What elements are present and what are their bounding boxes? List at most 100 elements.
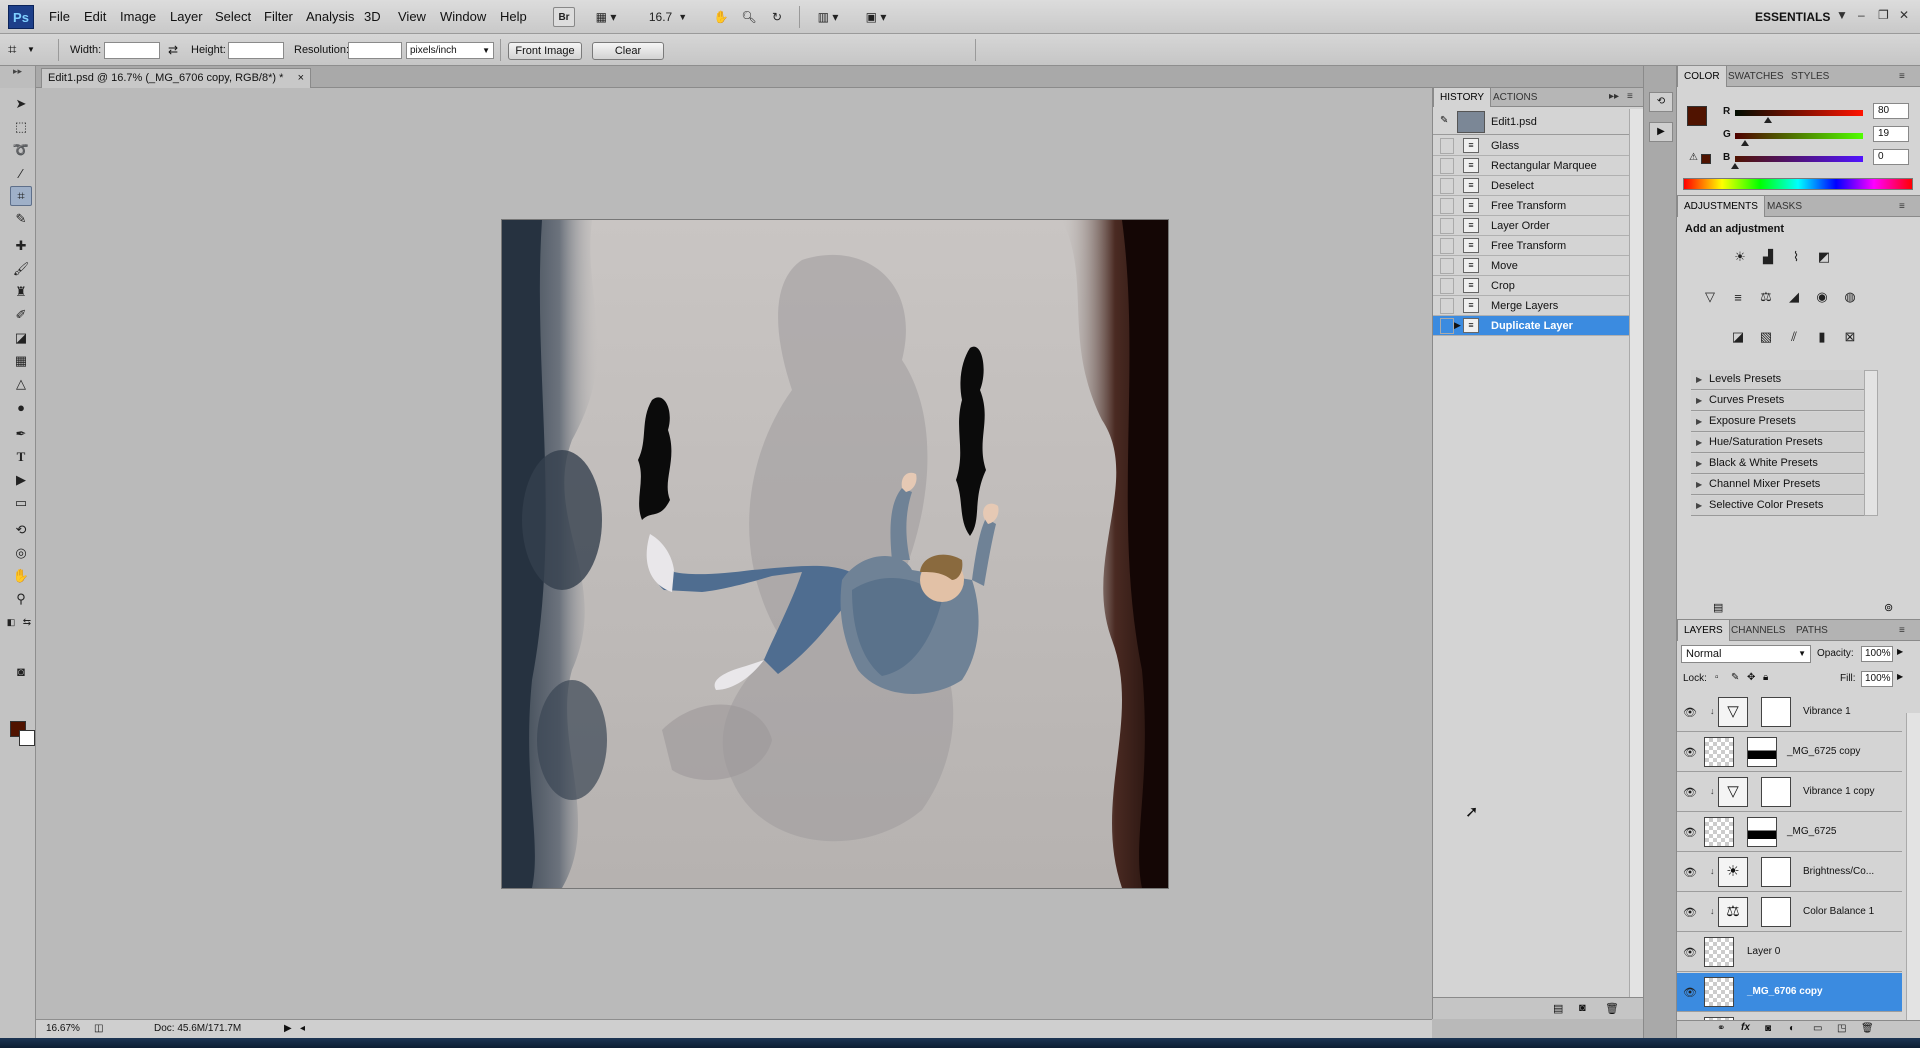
eyedropper-tool-icon[interactable]: ✎ <box>10 209 32 229</box>
presets-scrollbar[interactable] <box>1864 370 1878 516</box>
layer-row[interactable]: 👁︎ _MG_6706 copy <box>1677 973 1902 1012</box>
history-scrollbar[interactable] <box>1629 109 1643 999</box>
levels-icon[interactable]: ▟ <box>1757 246 1779 268</box>
history-brush-source-checkbox[interactable] <box>1440 138 1454 154</box>
link-layers-icon[interactable]: ⚭ <box>1717 1023 1725 1034</box>
preset-group[interactable]: ▶ Black & White Presets <box>1691 454 1864 474</box>
gamut-color-chip[interactable] <box>1701 154 1711 164</box>
red-slider-track[interactable] <box>1735 110 1863 116</box>
brush-tool-icon[interactable]: 🖌︎ <box>10 259 32 279</box>
layers-scrollbar[interactable] <box>1906 713 1920 1048</box>
layer-row[interactable]: 👁︎ ↓ ▽ Vibrance 1 <box>1677 693 1902 732</box>
zoom-tool-icon[interactable]: ⚲ <box>10 589 32 609</box>
layer-name[interactable]: Vibrance 1 copy <box>1803 786 1875 797</box>
history-state[interactable]: ≡ Free Transform <box>1433 236 1629 256</box>
lock-position-icon[interactable]: ✥ <box>1747 672 1755 683</box>
pen-tool-icon[interactable]: ✒ <box>10 424 32 444</box>
tab-actions[interactable]: ACTIONS <box>1487 88 1543 107</box>
menu-view[interactable]: View <box>398 9 426 24</box>
clear-button[interactable]: Clear <box>592 42 664 60</box>
menu-image[interactable]: Image <box>120 9 156 24</box>
status-zoom[interactable]: 16.67% <box>46 1023 80 1034</box>
layer-row[interactable]: 👁︎ ↓ ▽ Vibrance 1 copy <box>1677 773 1902 812</box>
layer-mask-thumbnail[interactable] <box>1761 897 1791 927</box>
layer-thumbnail[interactable] <box>1704 937 1734 967</box>
expand-arrow-icon[interactable]: ▶ <box>1696 370 1702 389</box>
zoom-level-dropdown[interactable]: 16.7 ▼ <box>645 7 691 27</box>
layer-thumbnail[interactable] <box>1704 977 1734 1007</box>
visibility-eye-icon[interactable]: 👁︎ <box>1683 746 1697 759</box>
visibility-eye-icon[interactable]: 👁︎ <box>1683 706 1697 719</box>
history-state-slider-icon[interactable]: ▶ <box>1454 320 1461 331</box>
menu-help[interactable]: Help <box>500 9 527 24</box>
history-brush-source-checkbox[interactable] <box>1440 158 1454 174</box>
expand-arrow-icon[interactable]: ▶ <box>1696 391 1702 410</box>
layer-row[interactable]: 👁︎ _MG_6725 <box>1677 813 1902 852</box>
layer-mask-thumbnail[interactable] <box>1761 697 1791 727</box>
layer-name[interactable]: Layer 0 <box>1747 946 1780 957</box>
new-layer-icon[interactable]: ◳ <box>1837 1023 1846 1034</box>
rectangle-tool-icon[interactable]: ▭ <box>10 493 32 513</box>
layer-row[interactable]: 👁︎ Layer 0 <box>1677 933 1902 972</box>
rotate-view-icon[interactable]: ↻ <box>766 7 788 27</box>
history-brush-source-checkbox[interactable] <box>1440 238 1454 254</box>
history-state[interactable]: ≡ Crop <box>1433 276 1629 296</box>
color-spectrum-ramp[interactable] <box>1683 178 1913 190</box>
panel-menu-icon[interactable]: ≡ <box>1899 625 1905 636</box>
opacity-arrow-icon[interactable]: ▶ <box>1897 647 1903 656</box>
curves-icon[interactable]: ⌇ <box>1785 246 1807 268</box>
document-tab[interactable]: Edit1.psd @ 16.7% (_MG_6706 copy, RGB/8*… <box>41 68 311 88</box>
new-group-icon[interactable]: ▭ <box>1813 1023 1822 1034</box>
document-canvas-image[interactable] <box>502 220 1168 888</box>
preset-group[interactable]: ▶ Selective Color Presets <box>1691 496 1864 516</box>
fill-arrow-icon[interactable]: ▶ <box>1897 672 1903 681</box>
healing-brush-tool-icon[interactable]: ✚ <box>10 236 32 256</box>
menu-filter[interactable]: Filter <box>264 9 293 24</box>
menu-layer[interactable]: Layer <box>170 9 203 24</box>
menu-analysis[interactable]: Analysis <box>306 9 354 24</box>
height-input[interactable] <box>228 42 284 59</box>
history-state[interactable]: ≡ Duplicate Layer ▶ <box>1433 316 1629 336</box>
green-slider-track[interactable] <box>1735 133 1863 139</box>
tab-channels[interactable]: CHANNELS <box>1725 620 1791 641</box>
posterize-icon[interactable]: ▧ <box>1755 326 1777 348</box>
visibility-eye-icon[interactable]: 👁︎ <box>1683 826 1697 839</box>
gradient-tool-icon[interactable]: ▦ <box>10 351 32 371</box>
move-tool-icon[interactable]: ➤ <box>10 94 32 114</box>
history-brush-source-checkbox[interactable] <box>1440 318 1454 334</box>
chevron-down-icon[interactable]: ▼ <box>1836 8 1848 22</box>
clone-stamp-tool-icon[interactable]: ♜ <box>10 282 32 302</box>
preset-group[interactable]: ▶ Curves Presets <box>1691 391 1864 411</box>
resolution-input[interactable] <box>348 42 402 59</box>
visibility-eye-icon[interactable]: 👁︎ <box>1683 786 1697 799</box>
lock-image-icon[interactable]: ✎ <box>1731 672 1739 683</box>
visibility-eye-icon[interactable]: 👁︎ <box>1683 866 1697 879</box>
threshold-icon[interactable]: ⫽ <box>1783 326 1805 348</box>
layer-thumbnail[interactable] <box>1704 737 1734 767</box>
layer-thumbnail[interactable] <box>1704 817 1734 847</box>
collapse-icon[interactable]: ▸▸ <box>1609 91 1619 102</box>
close-icon[interactable]: × <box>298 72 304 84</box>
history-brush-source-checkbox[interactable] <box>1440 298 1454 314</box>
minimize-icon[interactable]: – <box>1858 8 1865 22</box>
quick-selection-tool-icon[interactable]: ⁄ <box>10 163 32 183</box>
expand-arrow-icon[interactable]: ▶ <box>1696 496 1702 515</box>
brush-source-icon[interactable]: ✎ <box>1440 115 1448 126</box>
gamut-warning-icon[interactable]: ⚠ <box>1689 152 1698 163</box>
menu-3d[interactable]: 3D <box>364 9 381 24</box>
visibility-eye-icon[interactable]: 👁︎ <box>1683 986 1697 999</box>
history-state[interactable]: ≡ Rectangular Marquee <box>1433 156 1629 176</box>
status-menu-arrow-icon[interactable]: ▶ <box>284 1023 292 1034</box>
new-document-from-state-icon[interactable]: ▤ <box>1553 1002 1563 1015</box>
tab-adjustments[interactable]: ADJUSTMENTS <box>1677 196 1765 217</box>
history-state[interactable]: ≡ Deselect <box>1433 176 1629 196</box>
lasso-tool-icon[interactable]: ➰ <box>10 140 32 160</box>
layer-mask-thumbnail[interactable] <box>1761 777 1791 807</box>
type-tool-icon[interactable]: T <box>10 447 32 467</box>
width-input[interactable] <box>104 42 160 59</box>
history-brush-source-checkbox[interactable] <box>1440 198 1454 214</box>
layer-row[interactable]: 👁︎ ↓ ⚖ Color Balance 1 <box>1677 893 1902 932</box>
close-icon[interactable]: ✕ <box>1899 8 1909 22</box>
3d-rotate-tool-icon[interactable]: ⟲ <box>10 520 32 540</box>
history-brush-source-checkbox[interactable] <box>1440 278 1454 294</box>
